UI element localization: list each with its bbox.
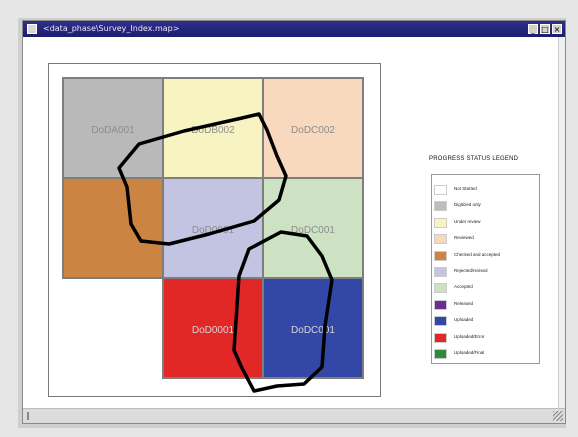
- vertical-scrollbar[interactable]: [558, 37, 565, 409]
- minimize-button[interactable]: _: [528, 24, 538, 34]
- legend-item: Accepted: [432, 281, 541, 295]
- legend-title: PROGRESS STATUS LEGEND: [429, 156, 519, 162]
- map-cell-label: DoD0001: [192, 325, 235, 336]
- progress-legend: Not Started Digitized only Under review Rev…: [431, 174, 540, 364]
- legend-swatch: [434, 332, 447, 343]
- legend-item: Uploaded/Final: [432, 347, 541, 361]
- resize-grip-icon[interactable]: [553, 411, 563, 421]
- maximize-button[interactable]: □: [540, 24, 550, 34]
- legend-swatch: [434, 234, 447, 245]
- map-canvas[interactable]: DoDA001 DoDB002 DoDC002 DoD0001 DoDC001 DoD00…: [23, 37, 565, 409]
- legend-swatch: [434, 185, 447, 195]
- legend-label: Rejected/revised: [454, 268, 488, 273]
- legend-label: Checked and accepted: [454, 251, 501, 257]
- legend-swatch: [434, 217, 447, 228]
- legend-item: Under review: [432, 216, 541, 230]
- legend-label: Digitized only: [454, 202, 481, 208]
- legend-swatch: [434, 299, 447, 310]
- legend-swatch: [434, 250, 447, 261]
- map-frame: DoDA001 DoDB002 DoDC002 DoD0001 DoDC001 DoD00…: [48, 63, 381, 397]
- legend-label: Uploaded/Final: [454, 350, 485, 355]
- legend-item: Rejected/revised: [432, 265, 541, 279]
- horizontal-scrollbar[interactable]: [23, 408, 565, 423]
- legend-label: Accepted: [454, 284, 473, 290]
- legend-label: Released: [454, 300, 474, 306]
- close-button[interactable]: ×: [552, 24, 562, 34]
- title-bar[interactable]: <data_phase\Survey_Index.map> _ □ ×: [23, 21, 565, 37]
- legend-label: Uploaded/Error: [454, 333, 485, 339]
- window-title: <data_phase\Survey_Index.map>: [43, 24, 180, 33]
- app-icon: [27, 24, 37, 34]
- legend-swatch: [434, 201, 447, 212]
- legend-item: Uploaded/Error: [432, 331, 541, 345]
- map-cell[interactable]: [62, 177, 164, 279]
- map-cell-label: DoDC001: [291, 325, 335, 336]
- legend-swatch: [434, 316, 447, 327]
- map-cell-label: DoDA001: [91, 125, 135, 136]
- legend-swatch: [434, 267, 447, 277]
- scroll-left-arrow[interactable]: [27, 412, 29, 420]
- map-window: <data_phase\Survey_Index.map> _ □ × DoDA…: [22, 20, 566, 424]
- legend-label: Under review: [454, 218, 481, 224]
- legend-item: Reviewed: [432, 232, 541, 246]
- map-cell-label: DoDC002: [291, 125, 335, 136]
- legend-item: Digitized only: [432, 199, 541, 213]
- legend-item: Not Started: [432, 183, 541, 197]
- legend-item: Checked and accepted: [432, 249, 541, 263]
- legend-label: Uploaded: [454, 317, 474, 323]
- legend-swatch: [434, 349, 447, 359]
- survey-index-map[interactable]: DoDA001 DoDB002 DoDC002DoD0001 DoDC001DoD00…: [49, 64, 382, 398]
- legend-item: Uploaded: [432, 314, 541, 328]
- legend-swatch: [434, 283, 447, 294]
- legend-label: Reviewed: [454, 235, 474, 241]
- legend-item: Released: [432, 298, 541, 312]
- legend-label: Not Started: [454, 186, 477, 191]
